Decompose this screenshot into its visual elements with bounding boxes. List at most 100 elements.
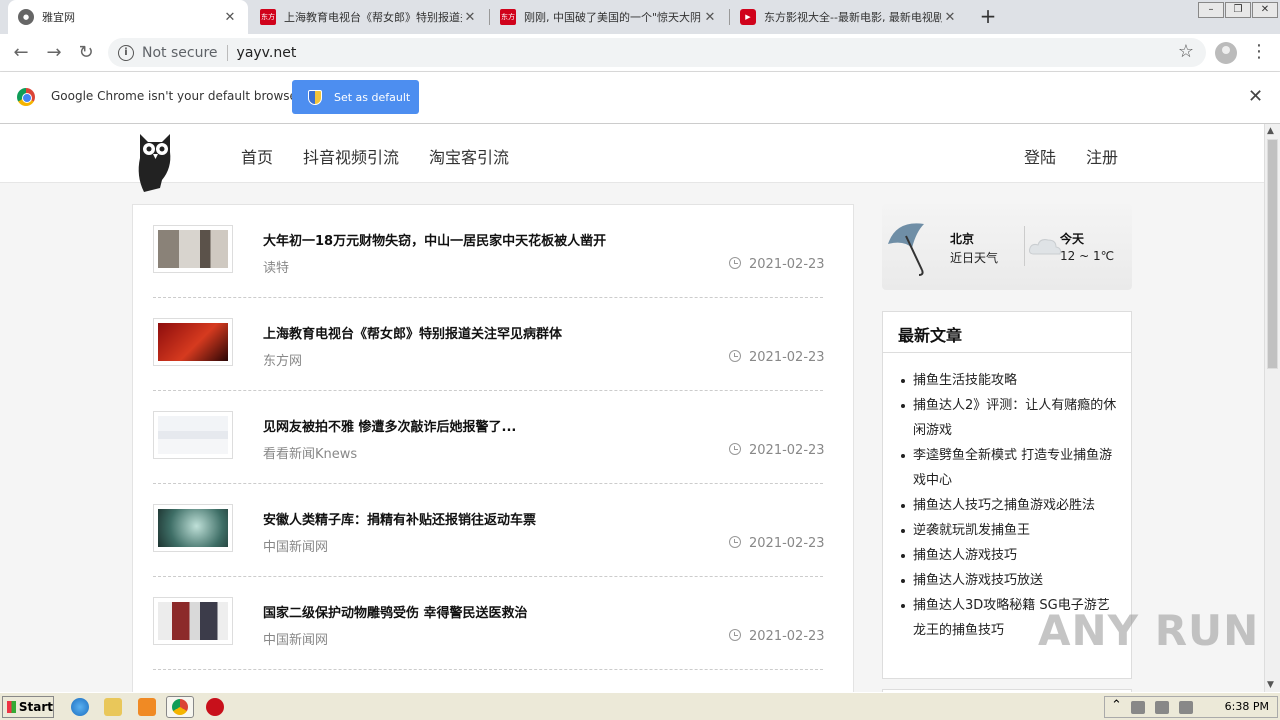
- set-as-default-button[interactable]: Set as default: [292, 80, 419, 114]
- tab-title: 刚刚, 中国破了美国的一个"惊天大阴: [524, 11, 702, 24]
- article-source: 看看新闻Knews: [263, 447, 358, 462]
- owl-logo-icon[interactable]: [136, 130, 174, 192]
- scroll-down-icon[interactable]: ▼: [1267, 680, 1274, 690]
- article-thumbnail[interactable]: [153, 411, 233, 459]
- article-date: 2021-02-23: [729, 536, 825, 551]
- close-icon[interactable]: ✕: [462, 10, 478, 25]
- chrome-logo-icon: [172, 699, 188, 715]
- site-header: 首页 抖音视频引流 淘宝客引流 登陆 注册: [0, 124, 1264, 192]
- tab-strip: ● 雅宜网 ✕ 东方 上海教育电视台《帮女郎》特别报道关 ✕ 东方 刚刚, 中国…: [0, 0, 1280, 34]
- chrome-taskbar-icon[interactable]: [166, 696, 194, 718]
- article-title[interactable]: 国家二级保护动物雕鸮受伤 幸得警民送医救治: [263, 602, 528, 621]
- volume-icon[interactable]: [1131, 701, 1145, 714]
- nav-home[interactable]: 首页: [241, 144, 273, 168]
- latest-item[interactable]: 捕鱼生活技能攻略: [899, 368, 1117, 393]
- latest-item[interactable]: 逆袭就玩凯发捕鱼王: [899, 518, 1117, 543]
- close-icon[interactable]: ✕: [702, 10, 718, 25]
- latest-item[interactable]: 捕鱼达人游戏技巧放送: [899, 568, 1117, 593]
- article-feed: 大年初一18万元财物失窃，中山一居民家中天花板被人凿开 读特 2021-02-2…: [132, 204, 854, 692]
- chrome-logo-icon: [17, 88, 35, 106]
- article-thumbnail[interactable]: [153, 504, 233, 552]
- play-icon: ▶: [740, 9, 756, 25]
- more-menu-icon[interactable]: ⋮: [1250, 41, 1268, 63]
- infobar-message: Google Chrome isn't your default browser: [51, 89, 302, 103]
- weather-temperature: 12 ~ 1℃: [1060, 249, 1115, 263]
- article-source: 东方网: [263, 354, 303, 369]
- start-label: Start: [18, 700, 53, 714]
- forward-icon[interactable]: →: [42, 41, 66, 65]
- article-title[interactable]: 见网友被拍不雅 惨遭多次敲诈后她报警了...: [263, 416, 516, 435]
- close-infobar-icon[interactable]: ✕: [1248, 86, 1263, 107]
- register-link[interactable]: 注册: [1086, 144, 1118, 168]
- latest-item[interactable]: 捕鱼达人2》评测：让人有赌瘾的休闲游戏: [899, 393, 1117, 443]
- clock-icon: [729, 629, 741, 641]
- date-text: 2021-02-23: [749, 629, 825, 644]
- media-player-icon[interactable]: [138, 698, 156, 716]
- flag-icon[interactable]: [1179, 701, 1193, 714]
- tab-china-news[interactable]: 东方 刚刚, 中国破了美国的一个"惊天大阴 ✕: [490, 0, 728, 34]
- weather-today-label: 今天: [1060, 232, 1085, 246]
- tab-shanghai-tv[interactable]: 东方 上海教育电视台《帮女郎》特别报道关 ✕: [250, 0, 488, 34]
- scroll-thumb[interactable]: [1267, 139, 1278, 369]
- page-viewport: 首页 抖音视频引流 淘宝客引流 登陆 注册 大年初一18万元财物失窃，中山一居民…: [0, 124, 1264, 692]
- date-text: 2021-02-23: [749, 443, 825, 458]
- new-tab-button[interactable]: +: [976, 5, 1000, 29]
- article-thumbnail[interactable]: [153, 597, 233, 645]
- close-icon[interactable]: ✕: [942, 10, 958, 25]
- tab-title: 雅宜网: [42, 11, 75, 24]
- network-icon[interactable]: [1155, 701, 1169, 714]
- article-title[interactable]: 安徽人类精子库：捐精有补贴还报销往返动车票: [263, 509, 536, 528]
- taskbar: Start ⌃ 6:38 PM: [0, 692, 1280, 720]
- latest-item[interactable]: 捕鱼达人技巧之捕鱼游戏必胜法: [899, 493, 1117, 518]
- browser-toolbar: ← → ↻ i Not secure yayv.net ☆ ⋮: [0, 34, 1280, 72]
- latest-item[interactable]: 捕鱼达人游戏技巧: [899, 543, 1117, 568]
- article-item[interactable]: 安徽人类精子库：捐精有补贴还报销往返动车票 中国新闻网 2021-02-23: [153, 484, 825, 577]
- article-thumbnail[interactable]: [153, 318, 233, 366]
- login-link[interactable]: 登陆: [1024, 144, 1056, 168]
- back-icon[interactable]: ←: [9, 41, 33, 65]
- globe-icon: ●: [18, 9, 34, 25]
- reload-icon[interactable]: ↻: [74, 41, 98, 65]
- start-button[interactable]: Start: [2, 696, 54, 718]
- article-date: 2021-02-23: [729, 629, 825, 644]
- nav-douyin[interactable]: 抖音视频引流: [303, 144, 399, 168]
- url-text[interactable]: yayv.net: [237, 45, 297, 61]
- address-bar[interactable]: i Not secure yayv.net ☆: [108, 38, 1206, 67]
- info-icon[interactable]: i: [118, 44, 134, 61]
- close-window-button[interactable]: ✕: [1252, 2, 1278, 18]
- folder-icon[interactable]: [104, 698, 122, 716]
- article-item[interactable]: 大年初一18万元财物失窃，中山一居民家中天花板被人凿开 读特 2021-02-2…: [153, 205, 825, 298]
- minimize-button[interactable]: –: [1198, 2, 1224, 18]
- tab-dongfang-video[interactable]: ▶ 东方影视大全--最新电影, 最新电视剧 ✕: [730, 0, 968, 34]
- divider: [226, 44, 228, 61]
- stop-icon[interactable]: [206, 698, 224, 716]
- latest-item[interactable]: 李逵劈鱼全新模式 打造专业捕鱼游戏中心: [899, 443, 1117, 493]
- set-as-default-label: Set as default: [334, 90, 411, 104]
- article-thumbnail[interactable]: [153, 225, 233, 273]
- cloud-icon: [1029, 239, 1061, 255]
- tab-yayv[interactable]: ● 雅宜网 ✕: [8, 0, 248, 34]
- taskbar-clock[interactable]: 6:38 PM: [1225, 700, 1269, 713]
- article-item[interactable]: 国家二级保护动物雕鸮受伤 幸得警民送医救治 中国新闻网 2021-02-23: [153, 577, 825, 670]
- bookmark-star-icon[interactable]: ☆: [1178, 41, 1194, 62]
- article-item[interactable]: 见网友被拍不雅 惨遭多次敲诈后她报警了... 看看新闻Knews 2021-02…: [153, 391, 825, 484]
- restore-button[interactable]: ❐: [1225, 2, 1251, 18]
- article-date: 2021-02-23: [729, 257, 825, 272]
- close-icon[interactable]: ✕: [222, 10, 238, 25]
- profile-avatar-icon[interactable]: [1215, 42, 1237, 64]
- system-tray: ⌃ 6:38 PM: [1104, 696, 1278, 718]
- article-source: 读特: [263, 261, 290, 276]
- nav-taobaoke[interactable]: 淘宝客引流: [429, 144, 509, 168]
- scroll-up-icon[interactable]: ▲: [1267, 126, 1274, 136]
- weather-widget: 北京 近日天气 今天 12 ~ 1℃: [882, 204, 1132, 290]
- tray-expand-icon[interactable]: ⌃: [1111, 698, 1122, 713]
- article-title[interactable]: 大年初一18万元财物失窃，中山一居民家中天花板被人凿开: [263, 230, 606, 249]
- windows-flag-icon: [7, 701, 16, 713]
- tab-title: 东方影视大全--最新电影, 最新电视剧: [764, 11, 942, 24]
- article-item[interactable]: 上海教育电视台《帮女郎》特别报道关注罕见病群体 东方网 2021-02-23: [153, 298, 825, 391]
- security-label: Not secure: [142, 44, 218, 61]
- vertical-scrollbar[interactable]: ▲ ▼: [1264, 124, 1280, 692]
- article-title[interactable]: 上海教育电视台《帮女郎》特别报道关注罕见病群体: [263, 323, 562, 342]
- weather-city: 北京: [950, 232, 975, 246]
- internet-explorer-icon[interactable]: [71, 698, 89, 716]
